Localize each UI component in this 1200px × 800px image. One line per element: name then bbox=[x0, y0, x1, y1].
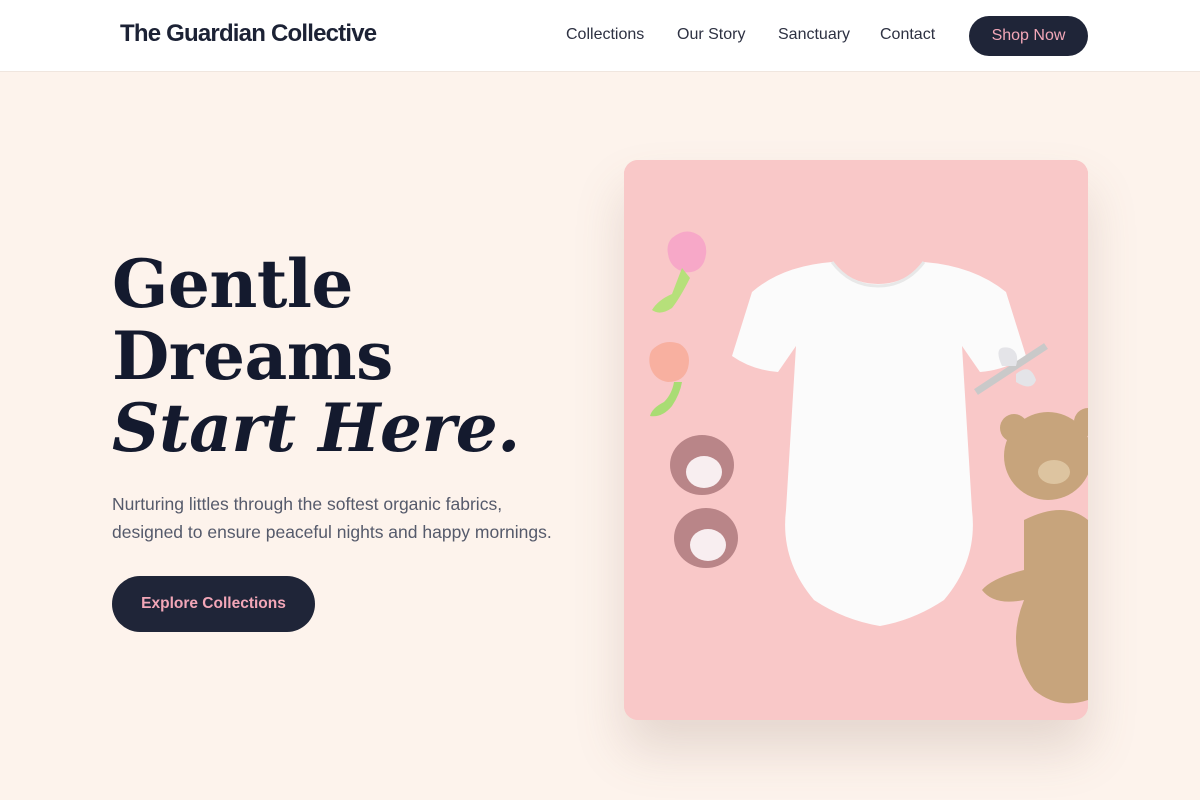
nav-link-contact[interactable]: Contact bbox=[880, 26, 935, 44]
hero-title-line-2: Dreams bbox=[112, 317, 393, 395]
hero-product-image bbox=[624, 160, 1088, 720]
explore-collections-button[interactable]: Explore Collections bbox=[112, 576, 315, 632]
hero-subtitle: Nurturing littles through the softest or… bbox=[112, 494, 552, 542]
brand-logo[interactable]: The Guardian Collective bbox=[120, 20, 377, 48]
nav-link-collections[interactable]: Collections bbox=[566, 26, 644, 44]
nav-link-sanctuary[interactable]: Sanctuary bbox=[778, 26, 850, 44]
hero-title-line-1: Gentle bbox=[112, 245, 353, 323]
baby-onesie-illustration bbox=[624, 160, 1088, 720]
hero-title-line-3: Start Here. bbox=[112, 389, 520, 467]
shop-now-button[interactable]: Shop Now bbox=[969, 16, 1088, 56]
top-navigation-bar: The Guardian Collective Collections Our … bbox=[0, 0, 1200, 72]
hero-title: Gentle Dreams Start Here. bbox=[112, 248, 520, 464]
nav-link-our-story[interactable]: Our Story bbox=[677, 26, 745, 44]
